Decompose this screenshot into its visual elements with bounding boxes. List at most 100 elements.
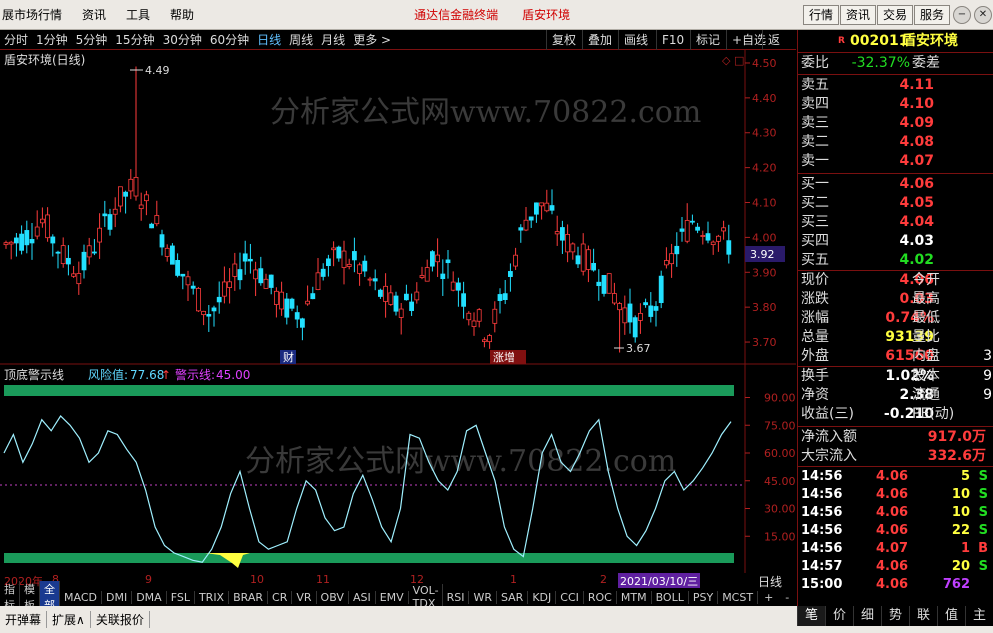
tool-f10[interactable]: F10 <box>656 30 689 50</box>
period-tick[interactable]: 分时 <box>0 31 32 48</box>
right-tab[interactable]: 值 <box>937 606 965 626</box>
quote-value: 4.07 <box>899 153 934 169</box>
indicator-tab[interactable]: TRIX <box>195 590 230 604</box>
period-more[interactable]: 更多 > <box>349 31 395 48</box>
tool-adjust[interactable]: 复权 <box>546 30 581 50</box>
indicator-tab[interactable]: KDJ <box>528 590 557 604</box>
kline-chart[interactable]: 盾安环境(日线) 分析家公式网www.70822.com 4.50 4.40 4.3… <box>0 50 796 365</box>
candle-body <box>560 227 565 241</box>
marker-increase[interactable]: 涨增 <box>493 350 515 364</box>
indicator-tab[interactable]: MCST <box>718 590 759 604</box>
right-tab[interactable]: 主 <box>965 606 993 626</box>
indicator-tab[interactable]: EMV <box>376 590 409 604</box>
menu-news[interactable]: 资讯 <box>72 0 116 30</box>
candle-body <box>102 213 108 217</box>
quote-label-2: PE(动) <box>912 406 955 422</box>
candle-body <box>24 230 30 246</box>
indicator-tab[interactable]: DMA <box>132 590 167 604</box>
candle-body <box>351 251 357 261</box>
candle-body <box>388 292 394 305</box>
period-60m[interactable]: 60分钟 <box>206 31 253 48</box>
menu-market[interactable]: 展市场行情 <box>0 0 72 30</box>
right-tab[interactable]: 势 <box>881 606 909 626</box>
diamond-icon[interactable]: ◇ <box>722 54 731 67</box>
period-15m[interactable]: 15分钟 <box>111 31 158 48</box>
close-icon[interactable]: ✕ <box>974 6 992 24</box>
tick-volume: 1 <box>960 541 970 556</box>
tab-control-button[interactable]: - <box>779 591 795 604</box>
period-month[interactable]: 月线 <box>317 31 349 48</box>
candle-body <box>206 314 212 317</box>
btn-quote[interactable]: 行情 <box>803 5 840 25</box>
period-30m[interactable]: 30分钟 <box>159 31 206 48</box>
linked-quote[interactable]: 关联报价 <box>91 611 150 628</box>
candle-body <box>570 243 576 253</box>
quote-label: 买一 <box>801 176 829 192</box>
btn-trade[interactable]: 交易 <box>877 5 914 25</box>
candle-body <box>112 208 118 215</box>
indicator-tab[interactable]: CCI <box>556 590 584 604</box>
indicator-tab[interactable]: VR <box>292 590 317 604</box>
candle-body <box>549 205 555 211</box>
indicator-tab[interactable]: CR <box>268 590 293 604</box>
indicator-tab[interactable]: WR <box>469 590 497 604</box>
indicator-tab[interactable]: MACD <box>60 590 102 604</box>
quote-row: 卖四 4.10 <box>798 95 993 114</box>
quote-label: 外盘 <box>801 348 829 364</box>
menu-tools[interactable]: 工具 <box>116 0 160 30</box>
indicator-tab[interactable]: PSY <box>689 590 719 604</box>
quote-row: 净资 2.38 流通 9 <box>798 386 993 405</box>
tool-back[interactable]: 返回 <box>762 30 796 67</box>
flow-row: 大宗流入 332.6万 <box>798 447 993 466</box>
margin-flag: R <box>838 36 845 46</box>
menu-help[interactable]: 帮助 <box>160 0 204 30</box>
risk-value: 77.68 <box>130 368 164 382</box>
tool-draw[interactable]: 画线 <box>618 30 653 50</box>
promo-terminal[interactable]: 通达信金融终端 <box>404 0 508 30</box>
indicator-tab[interactable]: MTM <box>617 590 652 604</box>
danmaku-toggle[interactable]: 开弹幕 <box>0 611 48 628</box>
indicator-tab[interactable]: SAR <box>497 590 529 604</box>
right-tab[interactable]: 笔 <box>797 606 825 626</box>
quote-panel: R 002011 盾安环境 委比 -32.37% 委差 卖五 4.11 卖四 4.10… <box>797 30 993 620</box>
period-day[interactable]: 日线 <box>253 31 285 48</box>
tool-mark[interactable]: 标记 <box>690 30 725 50</box>
candle-body <box>357 264 363 274</box>
period-5m[interactable]: 5分钟 <box>72 31 112 48</box>
btn-service[interactable]: 服务 <box>914 5 951 25</box>
right-tab[interactable]: 细 <box>853 606 881 626</box>
tool-overlay[interactable]: 叠加 <box>582 30 617 50</box>
right-tab[interactable]: 联 <box>909 606 937 626</box>
btn-news[interactable]: 资讯 <box>840 5 877 25</box>
candle-body <box>211 307 217 312</box>
indicator-tab[interactable]: OBV <box>317 590 349 604</box>
right-tab[interactable]: 价 <box>825 606 853 626</box>
quote-row: 卖二 4.08 <box>798 133 993 152</box>
low-label: 3.67 <box>626 342 651 355</box>
indicator-tab[interactable]: BOLL <box>652 590 689 604</box>
date-axis: 2020年 8 9 10 11 12 1 2 2021/03/10/三 日线 <box>0 573 796 589</box>
indicator-tab[interactable]: RSI <box>443 590 470 604</box>
tick-time: 14:56 <box>801 487 843 502</box>
square-icon[interactable]: □ <box>734 54 744 67</box>
indicator-tab[interactable]: FSL <box>167 590 195 604</box>
quote-row: 现价 4.06 今开 <box>798 271 993 290</box>
sub-y-tick-label: 60.00 <box>764 447 796 460</box>
indicator-chart[interactable]: 顶底警示线 风险值: 77.68 ↑ 警示线: 45.00 分析家公式网www.… <box>0 365 796 573</box>
expand-toggle[interactable]: 扩展∧ <box>47 611 91 628</box>
indicator-tab[interactable]: ASI <box>349 590 376 604</box>
tick-direction: S <box>978 487 988 502</box>
tick-volume: 10 <box>951 505 970 520</box>
period-week[interactable]: 周线 <box>285 31 317 48</box>
period-1m[interactable]: 1分钟 <box>32 31 72 48</box>
candle-body <box>679 228 685 232</box>
tick-volume: 20 <box>951 559 970 574</box>
promo-stock[interactable]: 盾安环境 <box>512 0 580 30</box>
marker-finance[interactable]: 财 <box>283 350 294 364</box>
indicator-tab[interactable]: BRAR <box>229 590 269 604</box>
indicator-tab[interactable]: DMI <box>102 590 133 604</box>
minimize-icon[interactable]: − <box>953 6 971 24</box>
tab-control-button[interactable]: + <box>758 591 779 604</box>
candle-body <box>476 309 482 322</box>
indicator-tab[interactable]: ROC <box>584 590 617 604</box>
